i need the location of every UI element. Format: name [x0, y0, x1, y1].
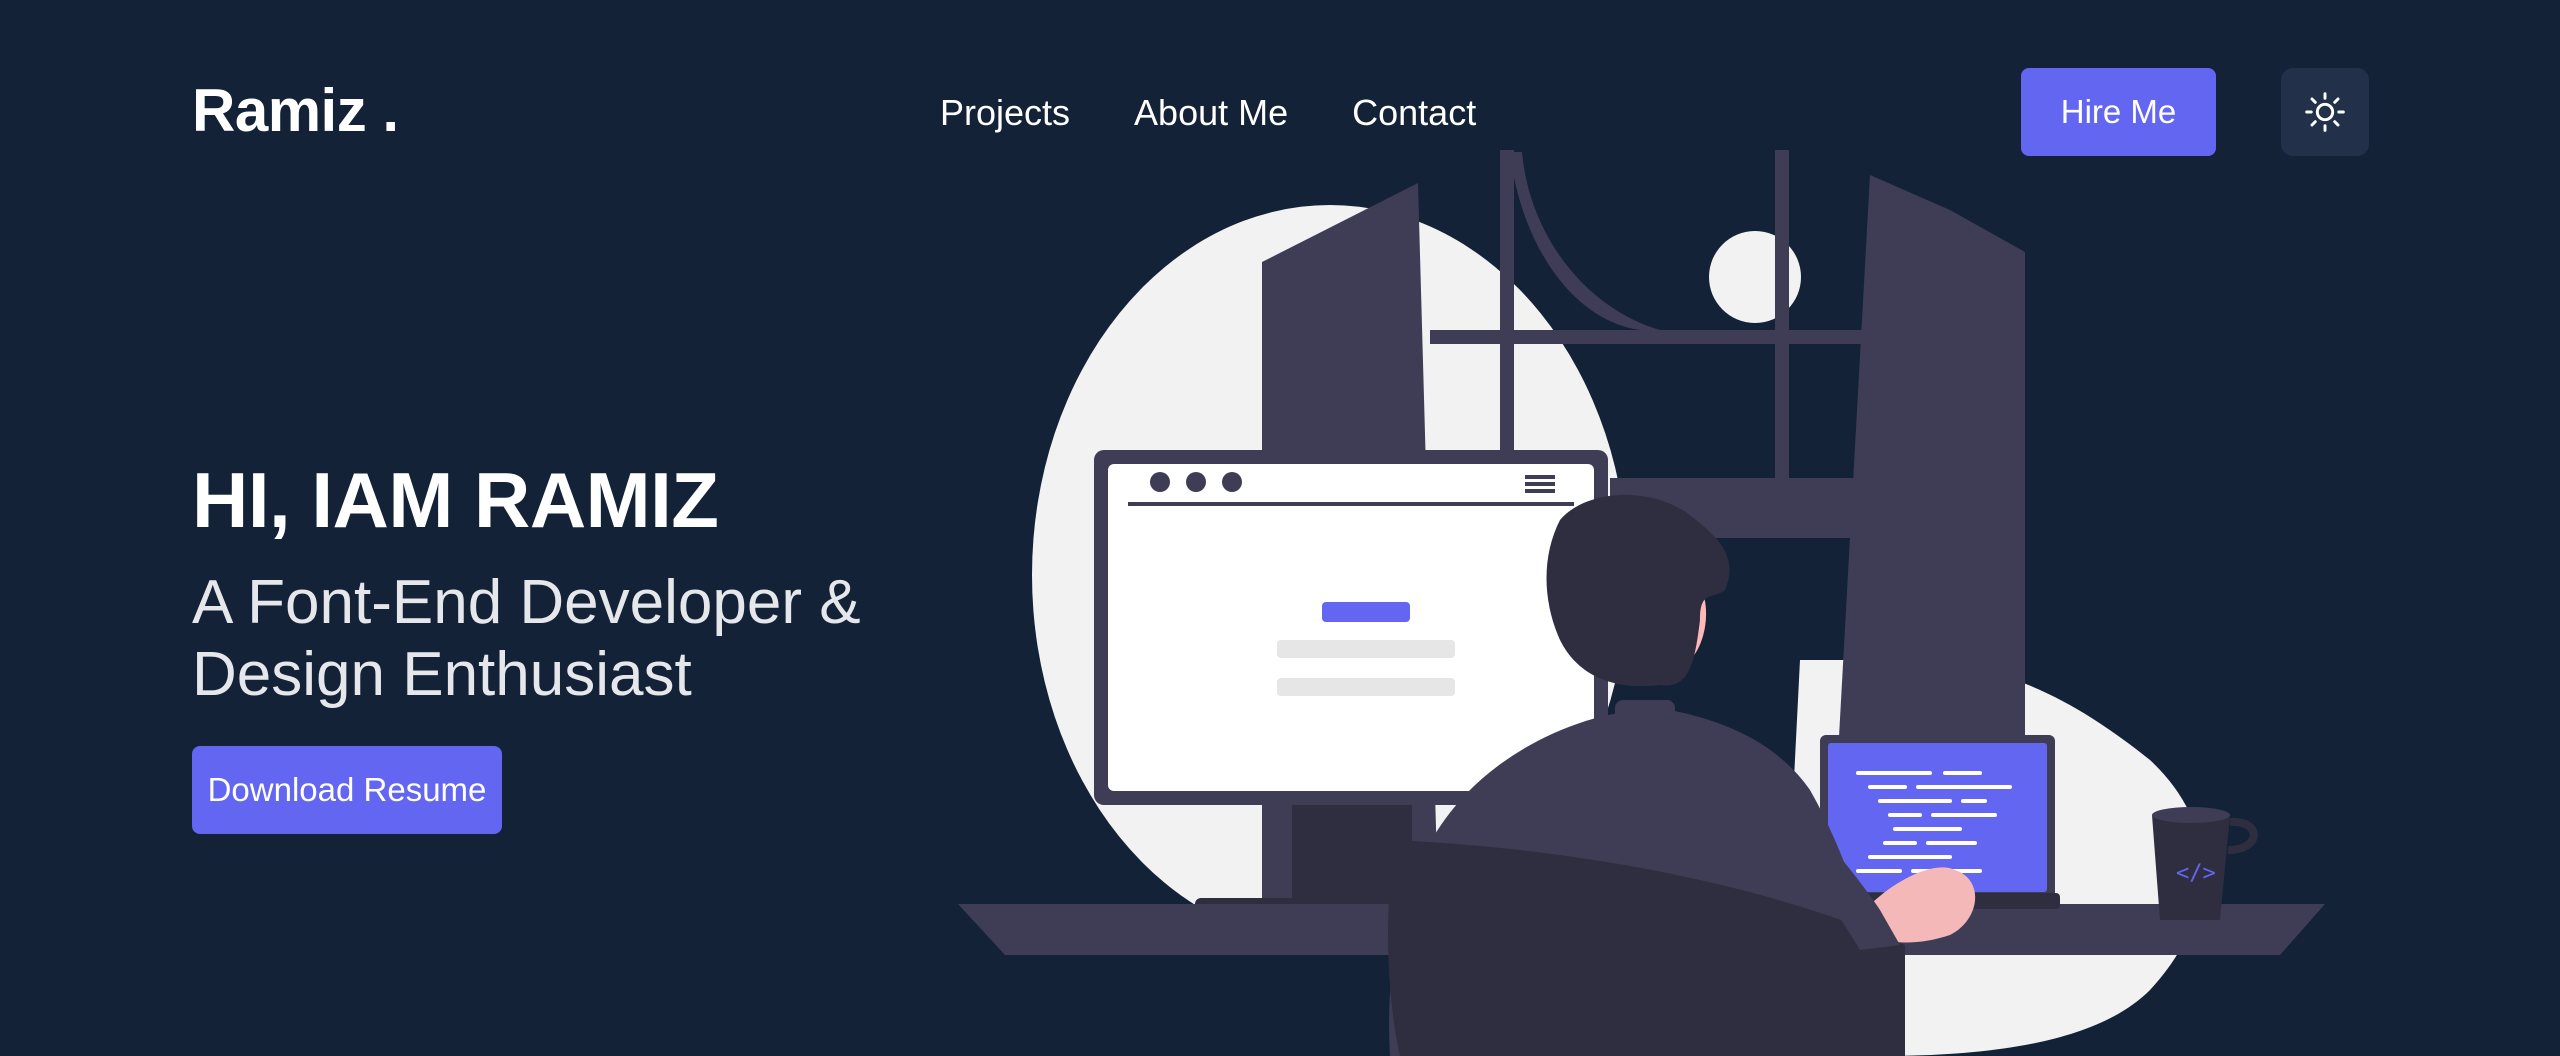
nav-about-me[interactable]: About Me [1134, 92, 1288, 134]
logo[interactable]: Ramiz . [192, 76, 399, 145]
developer-illustration: </> [958, 150, 2325, 1056]
hero-title: HI, IAM RAMIZ [192, 456, 719, 544]
svg-text:</>: </> [2176, 861, 2216, 886]
sun-icon [2305, 92, 2345, 132]
download-resume-button[interactable]: Download Resume [192, 746, 502, 834]
hero-subtitle: A Font-End Developer & Design Enthusiast [192, 568, 861, 709]
nav-contact[interactable]: Contact [1352, 92, 1476, 134]
nav-projects[interactable]: Projects [940, 92, 1070, 134]
main-nav: Projects About Me Contact [940, 92, 1476, 134]
